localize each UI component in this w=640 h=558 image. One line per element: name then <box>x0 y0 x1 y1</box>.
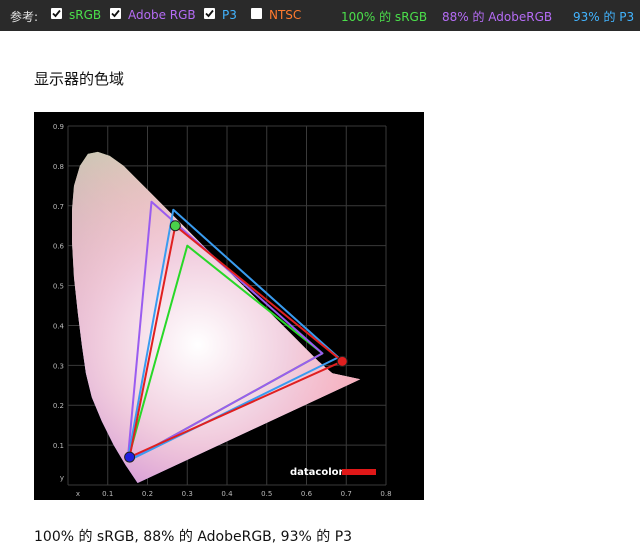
srgb-option-label[interactable]: sRGB <box>69 8 101 22</box>
y-tick-label: 0.9 <box>53 123 64 131</box>
check-icon <box>205 9 214 18</box>
logo-bar <box>342 469 376 475</box>
primary-point-2 <box>124 451 136 463</box>
reference-label: 参考: <box>10 10 39 24</box>
adobergb-coverage-stat: 88% 的 AdobeRGB <box>442 10 553 24</box>
y-tick-label: 0.4 <box>53 322 65 330</box>
gamut-chart-svg: x 0.1 0.2 0.3 0.4 0.5 0.6 0.7 0.8 y 0.1 0.2 0.3 0.4 0.… <box>53 123 392 498</box>
y-tick-label: 0.1 <box>53 442 64 450</box>
y-tick-label: 0.7 <box>53 203 64 211</box>
x-tick-label: 0.1 <box>102 490 113 498</box>
primary-point-0 <box>336 355 348 367</box>
reference-toolbar: 参考: sRGB Adobe RGB P3 NTSC 100% 的 sRGB 8… <box>0 0 640 31</box>
ntsc-option-label[interactable]: NTSC <box>269 8 301 22</box>
p3-option-label[interactable]: P3 <box>222 8 237 22</box>
y-tick-label: 0.2 <box>53 402 64 410</box>
ntsc-checkbox[interactable] <box>251 8 262 19</box>
logo-text: datacolor <box>290 467 344 478</box>
section-title: 显示器的色域 <box>34 70 125 88</box>
srgb-checkbox[interactable] <box>51 8 62 19</box>
primary-point-1 <box>169 220 181 232</box>
srgb-coverage-stat: 100% 的 sRGB <box>341 10 428 24</box>
datacolor-logo: datacolor <box>290 467 376 478</box>
y-tick-label: 0.8 <box>53 163 64 171</box>
check-icon <box>111 9 120 18</box>
gamut-chart: x 0.1 0.2 0.3 0.4 0.5 0.6 0.7 0.8 y 0.1 0.2 0.3 0.4 0.… <box>34 112 424 500</box>
y-tick-label: 0.3 <box>53 362 64 370</box>
x-tick-label: 0.5 <box>261 490 272 498</box>
x-tick-label: 0.6 <box>301 490 313 498</box>
x-tick-label: 0.7 <box>341 490 352 498</box>
x-tick-label: x <box>76 490 80 498</box>
x-tick-label: 0.2 <box>142 490 153 498</box>
adobergb-checkbox[interactable] <box>110 8 121 19</box>
x-tick-label: 0.3 <box>182 490 193 498</box>
p3-coverage-stat: 93% 的 P3 <box>573 10 635 24</box>
x-tick-label: 0.4 <box>221 490 233 498</box>
adobergb-option-label[interactable]: Adobe RGB <box>128 8 196 22</box>
chromaticity-locus <box>72 151 361 484</box>
y-tick-label: y <box>60 474 64 482</box>
p3-checkbox[interactable] <box>204 8 215 19</box>
x-tick-label: 0.8 <box>380 490 391 498</box>
y-tick-label: 0.5 <box>53 283 64 291</box>
y-tick-label: 0.6 <box>53 243 65 251</box>
coverage-caption: 100% 的 sRGB, 88% 的 AdobeRGB, 93% 的 P3 <box>34 529 353 545</box>
check-icon <box>52 9 61 18</box>
